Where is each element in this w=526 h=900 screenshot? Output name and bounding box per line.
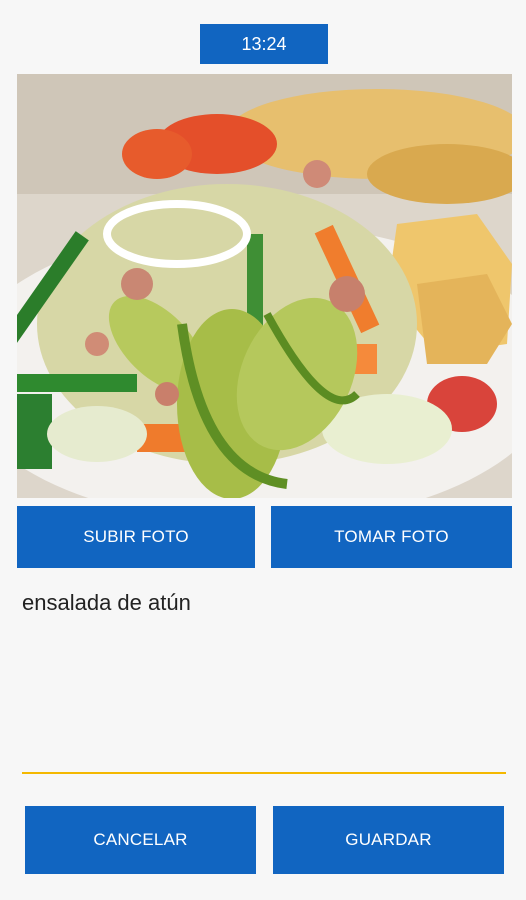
clock-time: 13:24	[241, 33, 287, 54]
upload-photo-label: SUBIR FOTO	[83, 527, 189, 546]
cancel-label: CANCELAR	[93, 830, 188, 849]
save-label: GUARDAR	[345, 830, 432, 849]
clock-badge: 13:24	[200, 24, 328, 64]
salad-image	[17, 74, 512, 498]
take-photo-label: TOMAR FOTO	[334, 527, 449, 546]
upload-photo-button[interactable]: SUBIR FOTO	[17, 506, 255, 568]
dish-name-text: ensalada de atún	[22, 590, 191, 615]
save-button[interactable]: GUARDAR	[273, 806, 504, 874]
dish-name-field[interactable]: ensalada de atún	[22, 590, 506, 774]
dish-photo	[17, 74, 512, 498]
cancel-button[interactable]: CANCELAR	[25, 806, 256, 874]
take-photo-button[interactable]: TOMAR FOTO	[271, 506, 512, 568]
